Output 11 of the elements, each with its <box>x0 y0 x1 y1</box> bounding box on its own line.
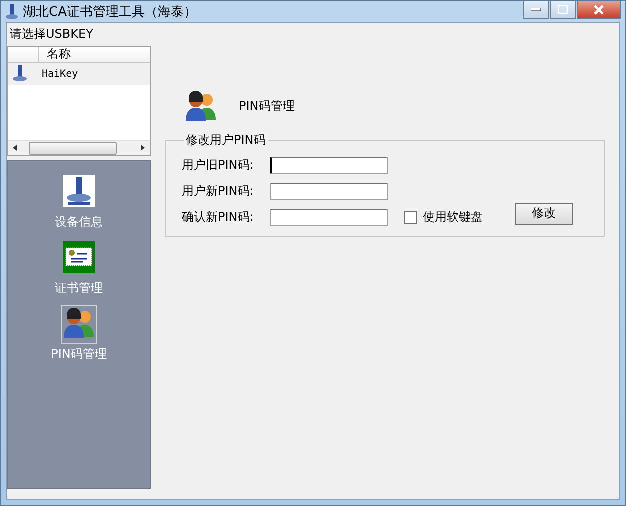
field-label: 用户新PIN码: <box>182 183 255 200</box>
field-label: 用户旧PIN码: <box>182 157 255 174</box>
group-title: 修改用户PIN码 <box>185 132 267 149</box>
key-name: HaiKey <box>42 68 78 80</box>
field-label: 确认新PIN码: <box>182 209 255 226</box>
modify-button[interactable]: 修改 <box>515 202 573 224</box>
window-title: 湖北CA证书管理工具（海泰） <box>23 4 197 20</box>
panel-title: PIN码管理 <box>239 98 295 114</box>
usbkey-row[interactable]: HaiKey <box>8 63 150 85</box>
checkbox-label: 使用软键盘 <box>423 209 483 226</box>
usbkey-label: 请选择USBKEY <box>9 26 94 43</box>
